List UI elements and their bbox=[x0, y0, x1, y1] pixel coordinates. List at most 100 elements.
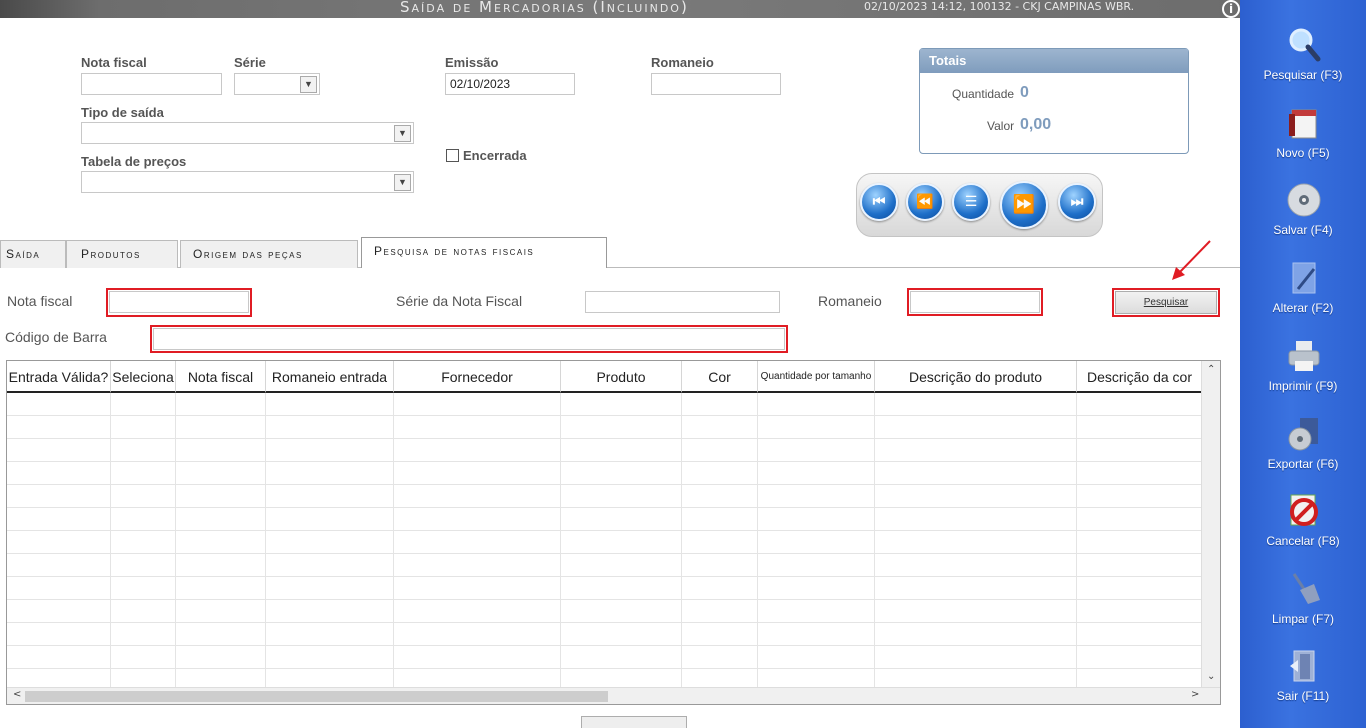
column-header-nota-fiscal[interactable]: Nota fiscal bbox=[176, 361, 266, 393]
tab-saida[interactable]: Saída bbox=[0, 240, 66, 268]
vertical-scrollbar[interactable]: ⌃ ⌄ bbox=[1201, 361, 1220, 688]
salvar-action-button[interactable]: Salvar (F4) bbox=[1240, 177, 1366, 249]
table-row[interactable] bbox=[7, 554, 1202, 577]
tabela-precos-label: Tabela de preços bbox=[81, 154, 187, 169]
table-row[interactable] bbox=[7, 462, 1202, 485]
nota-fiscal-label: Nota fiscal bbox=[81, 55, 147, 70]
column-header-romaneio-entrada[interactable]: Romaneio entrada bbox=[266, 361, 394, 393]
table-row[interactable] bbox=[7, 508, 1202, 531]
annotation-arrow-icon bbox=[1172, 240, 1211, 280]
search-serie-nf-input[interactable] bbox=[585, 291, 780, 313]
table-row[interactable] bbox=[7, 531, 1202, 554]
search-nota-fiscal-label: Nota fiscal bbox=[7, 293, 73, 309]
exportar-action-button[interactable]: Exportar (F6) bbox=[1240, 411, 1366, 483]
encerrada-checkbox[interactable] bbox=[446, 149, 459, 162]
highlight-box bbox=[907, 288, 1043, 316]
imprimir-action-button[interactable]: Imprimir (F9) bbox=[1240, 333, 1366, 405]
bottom-button[interactable] bbox=[581, 716, 687, 728]
disc-icon bbox=[1287, 183, 1321, 217]
nota-fiscal-field[interactable] bbox=[81, 73, 222, 95]
export-disc-icon bbox=[1288, 418, 1318, 451]
imprimir-action-label: Imprimir (F9) bbox=[1268, 379, 1338, 393]
scroll-down-icon[interactable]: ⌄ bbox=[1207, 671, 1215, 682]
app-window: Saída de Mercadorias (Incluindo) 02/10/2… bbox=[0, 0, 1366, 728]
salvar-action-label: Salvar (F4) bbox=[1273, 223, 1333, 237]
sair-action-button[interactable]: Sair (F11) bbox=[1240, 643, 1366, 715]
table-row[interactable] bbox=[7, 439, 1202, 462]
limpar-action-button[interactable]: Limpar (F7) bbox=[1240, 566, 1366, 638]
info-icon[interactable]: i bbox=[1222, 0, 1240, 18]
valor-label: Valor bbox=[987, 119, 1015, 133]
tab-pesquisa-notas[interactable]: Pesquisa de notas fiscais bbox=[361, 237, 607, 268]
highlight-box bbox=[150, 325, 788, 353]
chevron-down-icon[interactable]: ▼ bbox=[394, 174, 411, 191]
calendar-icon bbox=[1289, 109, 1317, 139]
search-codigo-barra-label: Código de Barra bbox=[5, 329, 107, 345]
column-header-entrada-valida[interactable]: Entrada Válida? bbox=[7, 361, 111, 393]
alterar-action-button[interactable]: Alterar (F2) bbox=[1240, 255, 1366, 327]
table-row[interactable] bbox=[7, 600, 1202, 623]
chevron-down-icon[interactable]: ▼ bbox=[300, 76, 317, 93]
quantidade-label: Quantidade bbox=[952, 87, 1015, 101]
emissao-field[interactable]: 02/10/2023 bbox=[445, 73, 575, 95]
serie-select[interactable]: ▼ bbox=[234, 73, 320, 95]
list-records-icon[interactable]: ☰ bbox=[952, 183, 990, 221]
record-navigator: ⏮ ⏪ ☰ ⏩ ⏭ bbox=[856, 173, 1103, 237]
next-record-icon[interactable]: ⏩ bbox=[1000, 181, 1048, 229]
emissao-label: Emissão bbox=[445, 55, 499, 70]
tabela-precos-select[interactable]: ▼ bbox=[81, 171, 414, 193]
pesquisar-action-label: Pesquisar (F3) bbox=[1263, 68, 1343, 82]
table-row[interactable] bbox=[7, 416, 1202, 439]
horizontal-scrollbar[interactable]: < > bbox=[7, 687, 1220, 704]
alterar-action-label: Alterar (F2) bbox=[1272, 301, 1334, 315]
column-header-descricao-produto[interactable]: Descrição do produto bbox=[875, 361, 1077, 393]
tipo-saida-select[interactable]: ▼ bbox=[81, 122, 414, 144]
printer-icon bbox=[1288, 341, 1320, 371]
table-row[interactable] bbox=[7, 577, 1202, 600]
novo-action-label: Novo (F5) bbox=[1276, 146, 1330, 160]
column-header-fornecedor[interactable]: Fornecedor bbox=[394, 361, 561, 393]
column-header-quantidade-tamanho[interactable]: Quantidade por tamanho bbox=[758, 361, 875, 393]
romaneio-field[interactable] bbox=[651, 73, 781, 95]
novo-action-button[interactable]: Novo (F5) bbox=[1240, 100, 1366, 172]
cancelar-action-button[interactable]: Cancelar (F8) bbox=[1240, 488, 1366, 560]
window-title: Saída de Mercadorias (Incluindo) bbox=[400, 0, 689, 16]
highlight-box bbox=[1112, 288, 1220, 317]
cancel-icon bbox=[1290, 494, 1318, 526]
column-header-seleciona[interactable]: Seleciona bbox=[111, 361, 176, 393]
pesquisar-action-button[interactable]: Pesquisar (F3) bbox=[1240, 22, 1366, 94]
scroll-up-icon[interactable]: ⌃ bbox=[1207, 364, 1215, 375]
cancelar-action-label: Cancelar (F8) bbox=[1266, 534, 1340, 548]
chevron-down-icon[interactable]: ▼ bbox=[394, 125, 411, 142]
broom-icon bbox=[1292, 573, 1320, 604]
first-record-icon[interactable]: ⏮ bbox=[860, 183, 898, 221]
scroll-right-icon[interactable]: > bbox=[1191, 689, 1199, 700]
tab-produtos[interactable]: Produtos bbox=[66, 240, 178, 268]
totals-header: Totais bbox=[920, 49, 1188, 73]
tipo-saida-label: Tipo de saída bbox=[81, 105, 164, 120]
title-bar: Saída de Mercadorias (Incluindo) 02/10/2… bbox=[0, 0, 1240, 18]
tab-origem-pecas[interactable]: Origem das peças bbox=[180, 240, 358, 268]
table-row[interactable] bbox=[7, 393, 1202, 416]
column-header-produto[interactable]: Produto bbox=[561, 361, 682, 393]
table-row[interactable] bbox=[7, 485, 1202, 508]
exportar-action-label: Exportar (F6) bbox=[1267, 457, 1339, 471]
scroll-left-icon[interactable]: < bbox=[13, 689, 21, 700]
results-grid[interactable]: Entrada Válida? Seleciona Nota fiscal Ro… bbox=[6, 360, 1221, 705]
horizontal-scroll-thumb[interactable] bbox=[25, 691, 608, 702]
column-header-cor[interactable]: Cor bbox=[682, 361, 758, 393]
valor-value: 0,00 bbox=[1020, 116, 1052, 133]
quantidade-value: 0 bbox=[1020, 84, 1029, 101]
last-record-icon[interactable]: ⏭ bbox=[1058, 183, 1096, 221]
table-row[interactable] bbox=[7, 646, 1202, 669]
search-romaneio-label: Romaneio bbox=[818, 293, 882, 309]
sair-action-label: Sair (F11) bbox=[1276, 689, 1330, 703]
table-row[interactable] bbox=[7, 623, 1202, 646]
previous-record-icon[interactable]: ⏪ bbox=[906, 183, 944, 221]
actions-sidebar: Pesquisar (F3) Novo (F5) Salvar (F4) Alt… bbox=[1240, 0, 1366, 728]
search-serie-nf-label: Série da Nota Fiscal bbox=[396, 293, 523, 309]
serie-label: Série bbox=[234, 55, 266, 70]
column-header-descricao-cor[interactable]: Descrição da cor bbox=[1077, 361, 1203, 393]
exit-door-icon bbox=[1290, 650, 1315, 682]
encerrada-label: Encerrada bbox=[463, 148, 527, 163]
